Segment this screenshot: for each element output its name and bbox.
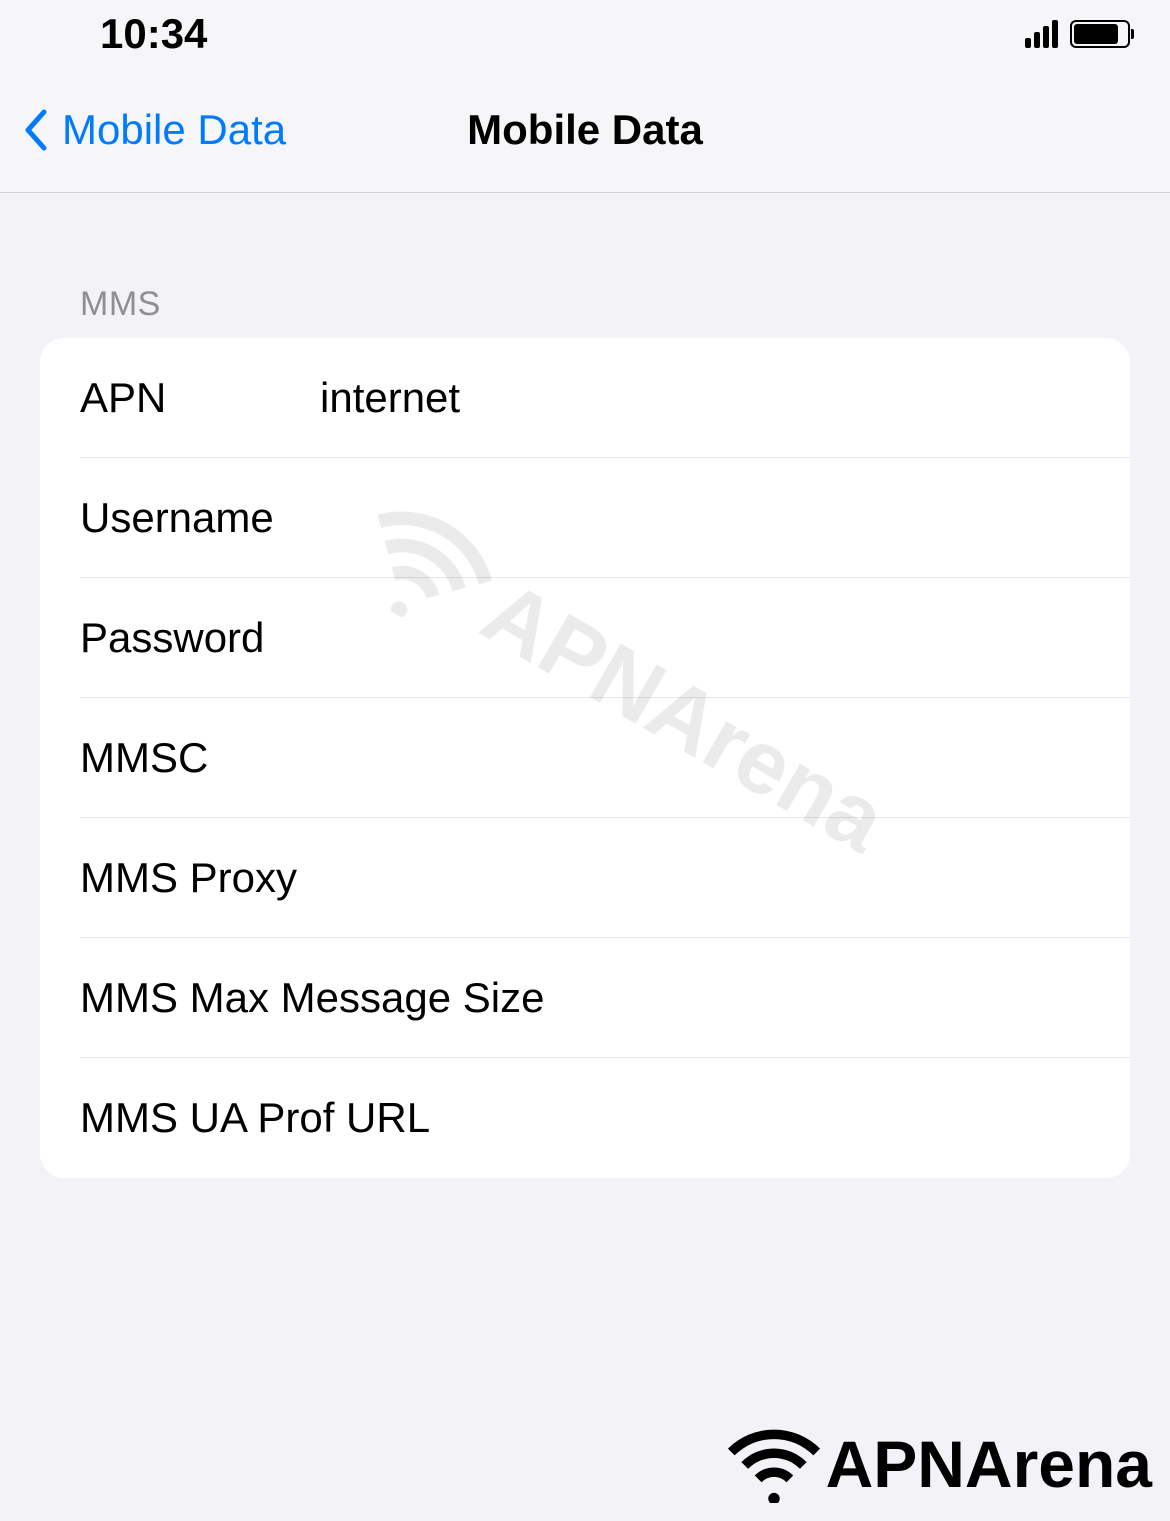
navigation-bar: Mobile Data Mobile Data <box>0 67 1170 193</box>
row-label: MMS UA Prof URL <box>80 1094 430 1142</box>
status-indicators <box>1025 20 1130 48</box>
status-time: 10:34 <box>100 10 207 58</box>
row-mms-ua-prof[interactable]: MMS UA Prof URL <box>40 1058 1130 1178</box>
battery-icon <box>1070 20 1130 48</box>
row-mms-max-size[interactable]: MMS Max Message Size <box>40 938 1130 1058</box>
row-apn[interactable]: APN <box>40 338 1130 458</box>
username-input[interactable] <box>320 494 1130 542</box>
row-mmsc[interactable]: MMSC <box>40 698 1130 818</box>
mmsc-input[interactable] <box>320 734 1130 782</box>
watermark-text: APNArena <box>826 1426 1152 1502</box>
cellular-signal-icon <box>1025 20 1058 48</box>
mms-max-size-input[interactable] <box>544 974 1130 1022</box>
wifi-icon <box>726 1425 822 1503</box>
row-label: APN <box>80 374 320 422</box>
password-input[interactable] <box>320 614 1130 662</box>
mms-ua-prof-input[interactable] <box>430 1094 1130 1142</box>
row-label: MMSC <box>80 734 320 782</box>
chevron-left-icon <box>22 108 48 152</box>
row-label: MMS Max Message Size <box>80 974 544 1022</box>
page-title: Mobile Data <box>467 106 703 154</box>
watermark-bottom: APNArena <box>726 1425 1152 1503</box>
mms-proxy-input[interactable] <box>320 854 1130 902</box>
row-label: Username <box>80 494 320 542</box>
back-button[interactable]: Mobile Data <box>0 106 286 154</box>
back-label: Mobile Data <box>62 106 286 154</box>
row-password[interactable]: Password <box>40 578 1130 698</box>
row-username[interactable]: Username <box>40 458 1130 578</box>
row-label: MMS Proxy <box>80 854 320 902</box>
section-header-mms: MMS <box>40 193 1130 338</box>
status-bar: 10:34 <box>0 0 1170 67</box>
settings-group-mms: APN Username Password MMSC MMS Proxy MMS… <box>40 338 1130 1178</box>
row-label: Password <box>80 614 320 662</box>
row-mms-proxy[interactable]: MMS Proxy <box>40 818 1130 938</box>
apn-input[interactable] <box>320 374 1130 422</box>
